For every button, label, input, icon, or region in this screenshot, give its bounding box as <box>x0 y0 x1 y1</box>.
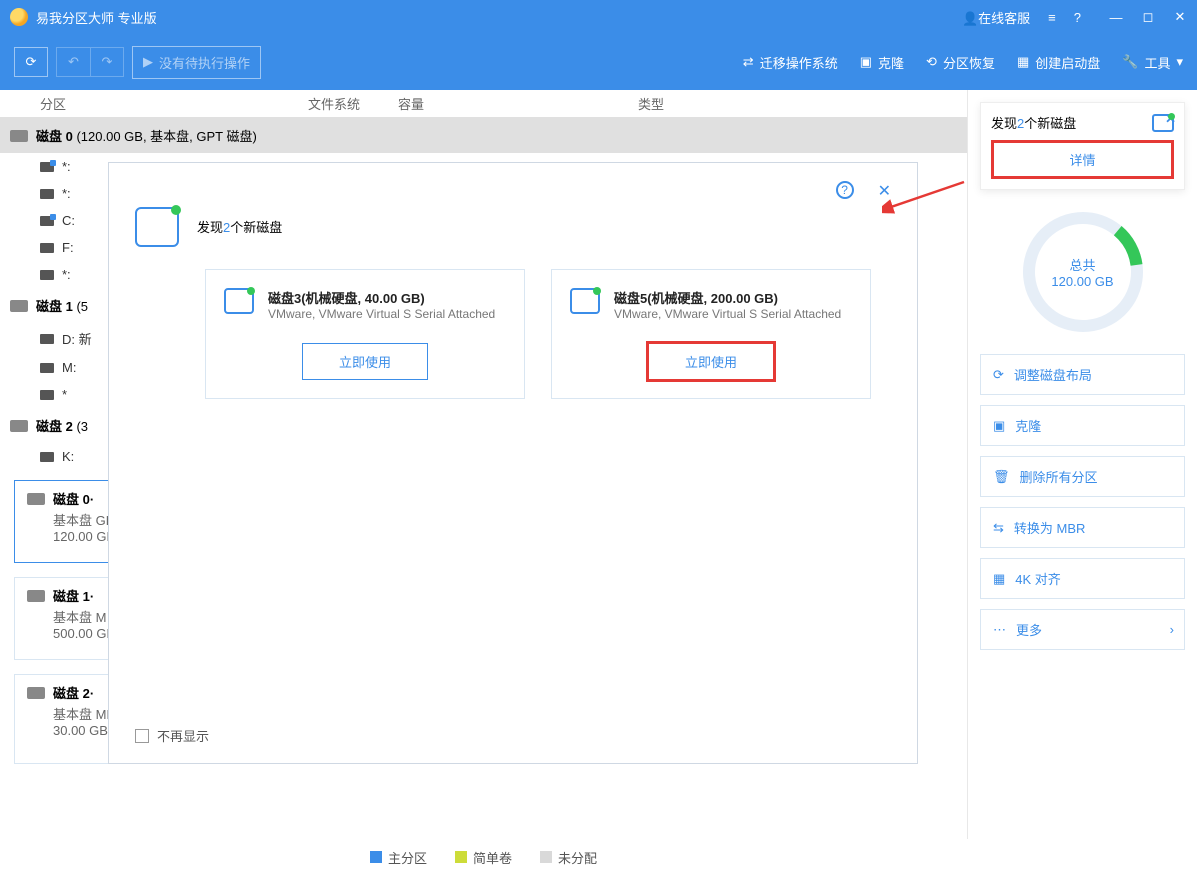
noshow-label: 不再显示 <box>157 726 209 745</box>
align-icon: ▦ <box>993 571 1005 587</box>
disk-icon <box>10 130 28 142</box>
action-delete-all[interactable]: 🗑删除所有分区 <box>980 456 1185 497</box>
redo-button[interactable]: ↷ <box>90 47 124 77</box>
action-convert-mbr[interactable]: ⇆转换为 MBR <box>980 507 1185 548</box>
toolbar: ⟳ ↶ ↷ ▶ 没有待执行操作 ⇄ 迁移操作系统 ▣ 克隆 ⟲ 分区恢复 ▦ 创… <box>0 34 1197 90</box>
refresh-icon: ⟳ <box>993 367 1004 383</box>
drive-icon <box>40 270 54 280</box>
col-partition: 分区 <box>0 94 300 113</box>
boot-disk-button[interactable]: ▦ 创建启动盘 <box>1017 53 1100 72</box>
chevron-right-icon: › <box>1170 622 1174 637</box>
disk-icon <box>10 420 28 432</box>
modal-title: 发现2个新磁盘 <box>197 217 282 237</box>
new-disk-modal: ? ✕ 发现2个新磁盘 磁盘3(机械硬盘, 40.00 GB)VMware, V… <box>108 162 918 764</box>
drive-icon <box>40 452 54 462</box>
use-now-button[interactable]: 立即使用 <box>302 343 428 380</box>
app-logo-icon <box>10 8 28 26</box>
col-type: 类型 <box>630 94 967 113</box>
table-header: 分区 文件系统 容量 类型 <box>0 90 967 118</box>
disk-icon <box>224 288 254 314</box>
legend: 主分区 简单卷 未分配 <box>0 839 967 875</box>
trash-icon: 🗑 <box>993 469 1010 485</box>
close-icon[interactable]: ✕ <box>1173 10 1187 24</box>
new-disk-notification: ✕ 发现2个新磁盘 详情 <box>980 102 1185 190</box>
disk-icon <box>27 590 45 602</box>
disk-row[interactable]: 磁盘 0 (120.00 GB, 基本盘, GPT 磁盘) <box>0 118 967 153</box>
action-adjust-layout[interactable]: ⟳调整磁盘布局 <box>980 354 1185 395</box>
col-cap: 容量 <box>390 94 630 113</box>
more-icon: ⋯ <box>993 622 1006 638</box>
drive-icon <box>40 243 54 253</box>
maximize-icon[interactable]: ◻ <box>1141 10 1155 24</box>
drive-icon <box>40 390 54 400</box>
drive-icon <box>40 216 54 226</box>
new-disk-card: 磁盘3(机械硬盘, 40.00 GB)VMware, VMware Virtua… <box>205 269 525 399</box>
migrate-os-button[interactable]: ⇄ 迁移操作系统 <box>743 53 838 72</box>
side-panel: ✕ 发现2个新磁盘 详情 总共120.00 GB ⟳调整磁盘布局 ▣克隆 🗑删除… <box>967 90 1197 839</box>
action-clone[interactable]: ▣克隆 <box>980 405 1185 446</box>
modal-close-icon[interactable]: ✕ <box>878 181 891 201</box>
refresh-button[interactable]: ⟳ <box>14 47 48 77</box>
convert-icon: ⇆ <box>993 520 1004 536</box>
drive-icon <box>40 334 54 344</box>
clone-icon: ▣ <box>993 418 1005 434</box>
disk-icon <box>27 687 45 699</box>
drive-icon <box>40 162 54 172</box>
disk-icon <box>1152 114 1174 132</box>
app-title: 易我分区大师 专业版 <box>36 8 157 27</box>
use-now-button[interactable]: 立即使用 <box>648 343 774 380</box>
disk-icon <box>570 288 600 314</box>
usage-donut: 总共120.00 GB <box>980 202 1185 342</box>
disk-icon <box>10 300 28 312</box>
clone-button[interactable]: ▣ 克隆 <box>860 53 904 72</box>
notif-detail-button[interactable]: 详情 <box>991 140 1174 179</box>
col-fs: 文件系统 <box>300 94 390 113</box>
action-4k-align[interactable]: ▦4K 对齐 <box>980 558 1185 599</box>
undo-button[interactable]: ↶ <box>56 47 90 77</box>
notif-text: 发现2个新磁盘 <box>991 113 1076 132</box>
help-icon[interactable]: ? <box>1074 10 1081 25</box>
titlebar: 易我分区大师 专业版 👤在线客服 ≡ ? — ◻ ✕ <box>0 0 1197 34</box>
online-service-link[interactable]: 👤在线客服 <box>962 8 1030 27</box>
recover-button[interactable]: ⟲ 分区恢复 <box>926 53 995 72</box>
action-more[interactable]: ⋯更多› <box>980 609 1185 650</box>
pending-ops: ▶ 没有待执行操作 <box>132 46 261 79</box>
new-disk-card: 磁盘5(机械硬盘, 200.00 GB)VMware, VMware Virtu… <box>551 269 871 399</box>
tools-button[interactable]: 🔧 工具 ▾ <box>1122 53 1183 72</box>
minimize-icon[interactable]: — <box>1109 10 1123 24</box>
modal-help-icon[interactable]: ? <box>836 181 854 199</box>
drive-icon <box>40 363 54 373</box>
disk-icon <box>27 493 45 505</box>
noshow-checkbox[interactable] <box>135 729 149 743</box>
menu-icon[interactable]: ≡ <box>1048 10 1056 25</box>
drive-icon <box>40 189 54 199</box>
disk-icon <box>135 207 179 247</box>
